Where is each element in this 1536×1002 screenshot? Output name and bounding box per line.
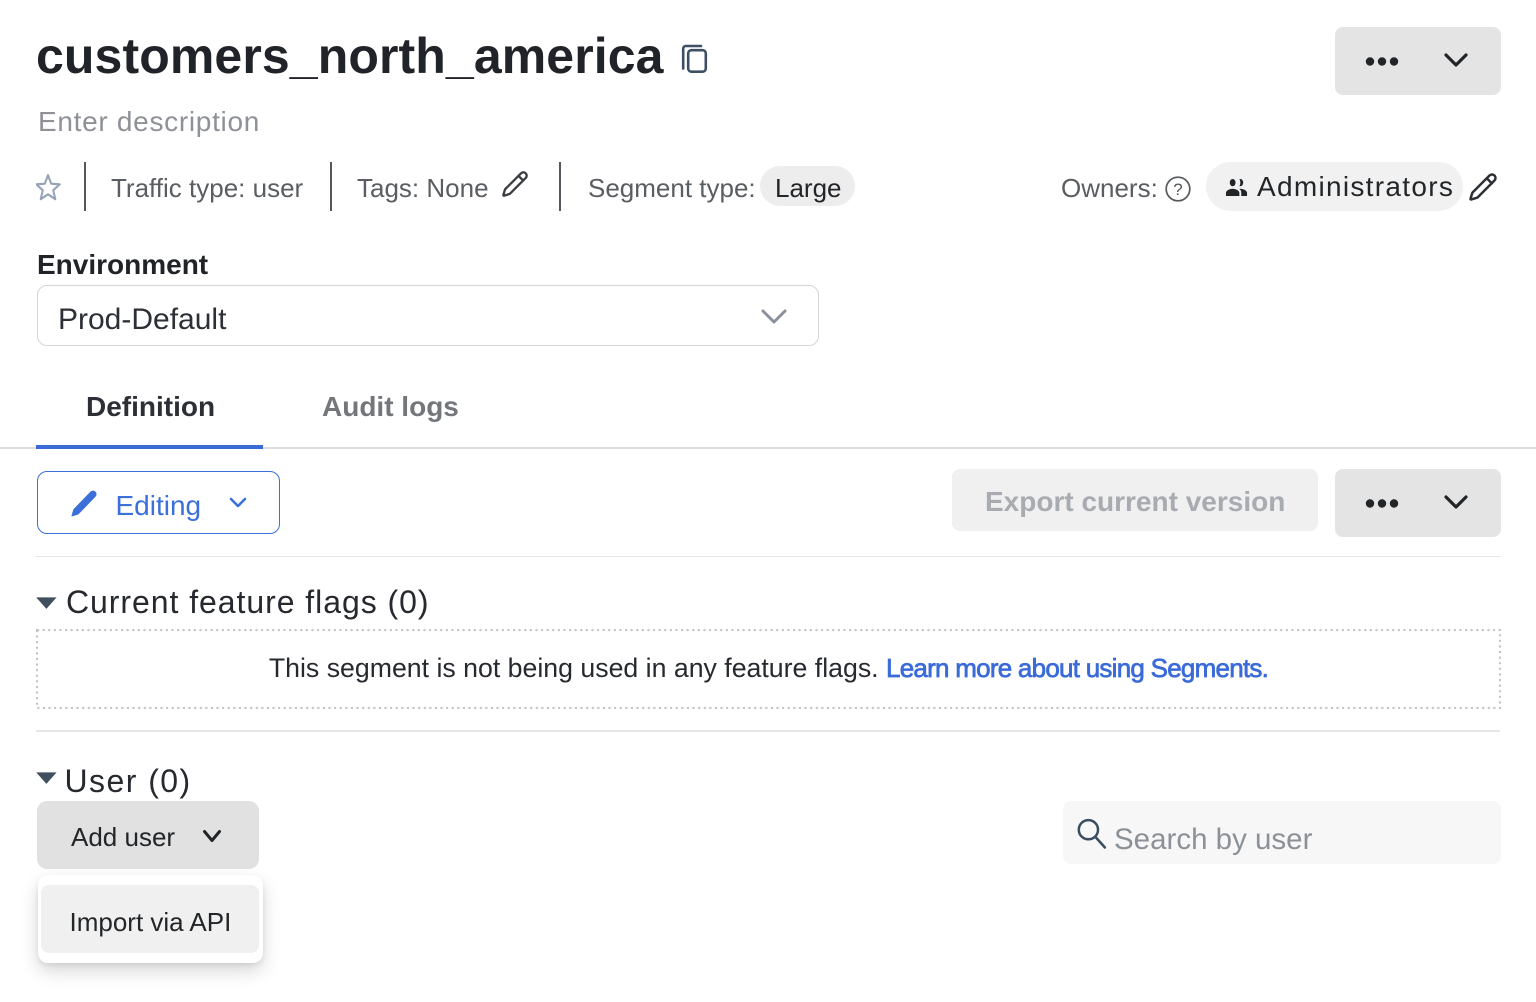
svg-text:?: ?	[1173, 180, 1182, 199]
